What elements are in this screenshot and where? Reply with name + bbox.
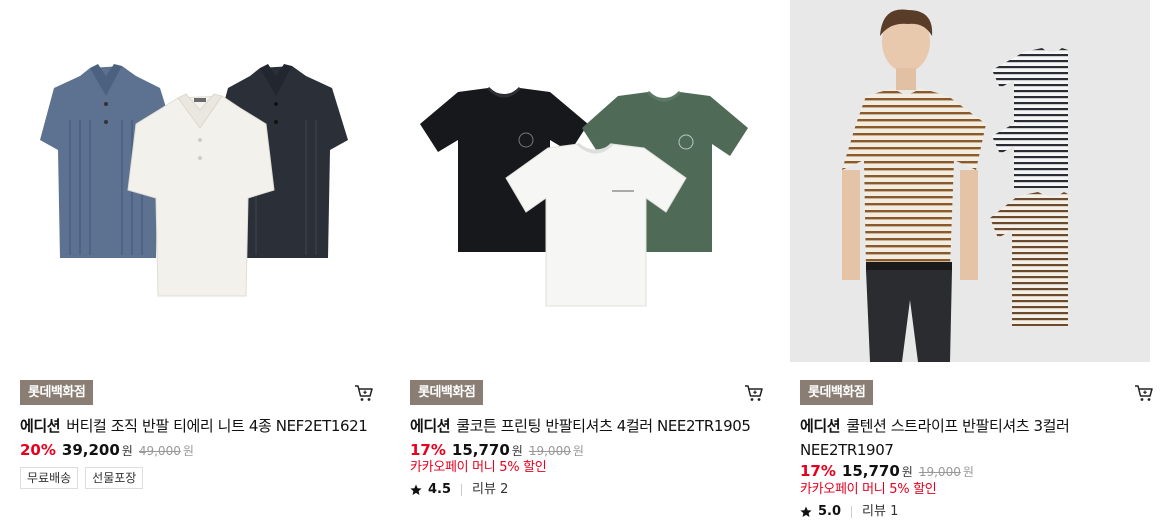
price-row: 17% 15,770 원 19,000 원	[410, 440, 584, 460]
product-card[interactable]: 롯데백화점 에디션 버티컬 조직 반팔 티에리 니트 4종 NEF2ET1621 …	[10, 0, 373, 525]
tshirts-image	[420, 86, 748, 307]
review-count[interactable]: 리뷰 2	[472, 481, 508, 499]
product-title[interactable]: 에디션 쿨텐션 스트라이프 반팔티셔츠 3컬러 NEE2TR1907	[800, 414, 1120, 462]
original-currency-unit: 원	[962, 465, 974, 479]
gift-wrap-tag: 선물포장	[85, 467, 144, 489]
original-price: 19,000	[528, 444, 571, 458]
store-badge: 롯데백화점	[800, 380, 874, 405]
rating-score: 4.5	[428, 482, 452, 497]
product-image[interactable]	[400, 0, 760, 362]
sale-price: 39,200	[61, 441, 120, 459]
divider	[461, 484, 463, 496]
polo-shirts-image	[40, 64, 348, 297]
striped-tshirts-model-image	[842, 9, 1068, 362]
product-brand: 에디션	[800, 417, 841, 435]
product-name: 쿨텐션 스트라이프 반팔티셔츠 3컬러 NEE2TR1907	[800, 417, 1070, 459]
free-shipping-tag: 무료배송	[20, 467, 79, 489]
rating-row: 4.5 리뷰 2	[410, 481, 508, 499]
product-brand: 에디션	[20, 417, 61, 435]
divider	[851, 506, 853, 518]
rating-row: 5.0 리뷰 1	[800, 503, 898, 521]
product-brand: 에디션	[410, 417, 451, 435]
original-currency-unit: 원	[182, 444, 194, 458]
product-card[interactable]: 롯데백화점 에디션 쿨텐션 스트라이프 반팔티셔츠 3컬러 NEE2TR1907 …	[790, 0, 1153, 525]
store-badge: 롯데백화점	[410, 380, 484, 405]
discount-rate: 17%	[800, 462, 836, 480]
product-title[interactable]: 에디션 버티컬 조직 반팔 티에리 니트 4종 NEF2ET1621	[20, 414, 390, 438]
price-row: 20% 39,200 원 49,000 원	[20, 440, 194, 460]
product-name: 쿨코튼 프린팅 반팔티셔츠 4컬러 NEE2TR1905	[456, 417, 751, 435]
star-icon	[410, 484, 422, 495]
star-icon	[800, 506, 812, 517]
original-price: 19,000	[918, 465, 961, 479]
rating-score: 5.0	[818, 504, 842, 519]
sale-price: 15,770	[451, 441, 510, 459]
cart-icon[interactable]	[354, 383, 374, 403]
discount-rate: 17%	[410, 441, 446, 459]
benefit-tags: 무료배송 선물포장	[20, 467, 144, 489]
price-row: 17% 15,770 원 19,000 원	[800, 461, 974, 481]
sale-price: 15,770	[841, 462, 900, 480]
original-currency-unit: 원	[572, 444, 584, 458]
cart-icon[interactable]	[744, 383, 764, 403]
product-card[interactable]: 롯데백화점 에디션 쿨코튼 프린팅 반팔티셔츠 4컬러 NEE2TR1905 17…	[400, 0, 763, 525]
discount-rate: 20%	[20, 441, 56, 459]
product-image[interactable]	[10, 0, 370, 362]
currency-unit: 원	[901, 465, 913, 479]
product-image[interactable]	[790, 0, 1150, 362]
cart-icon[interactable]	[1134, 383, 1154, 403]
currency-unit: 원	[511, 444, 523, 458]
product-name: 버티컬 조직 반팔 티에리 니트 4종 NEF2ET1621	[66, 417, 368, 435]
promo-text: 카카오페이 머니 5% 할인	[410, 460, 547, 475]
review-count[interactable]: 리뷰 1	[862, 503, 898, 521]
store-badge: 롯데백화점	[20, 380, 94, 405]
original-price: 49,000	[138, 444, 181, 458]
promo-text: 카카오페이 머니 5% 할인	[800, 482, 937, 497]
currency-unit: 원	[121, 444, 133, 458]
product-title[interactable]: 에디션 쿨코튼 프린팅 반팔티셔츠 4컬러 NEE2TR1905	[410, 414, 780, 438]
